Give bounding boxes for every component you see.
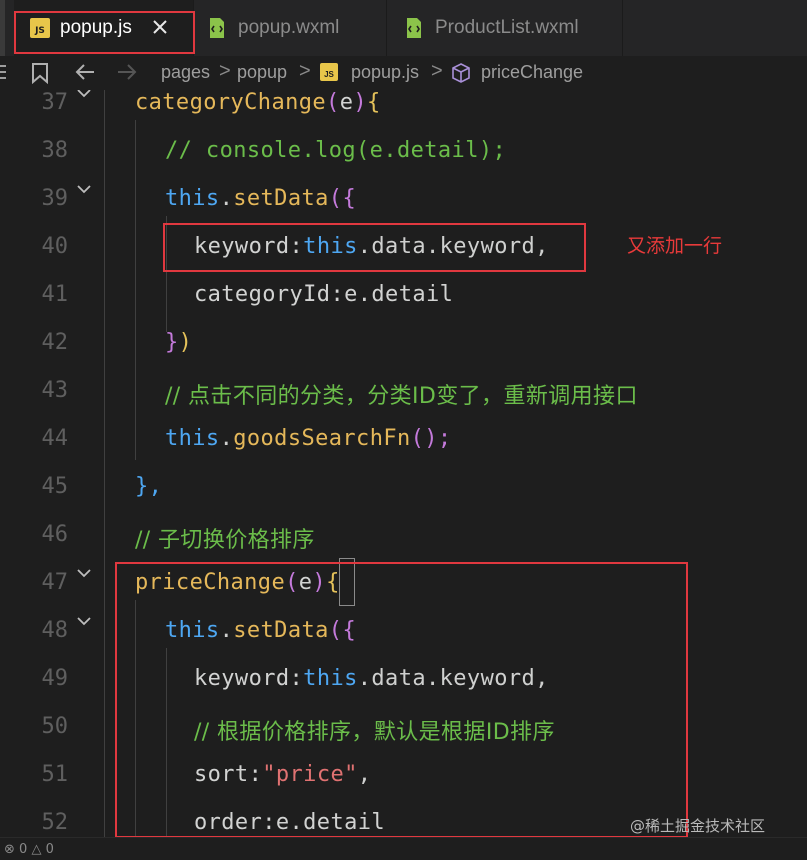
code-line-37: categoryChange(e){	[135, 90, 381, 115]
forward-arrow-icon[interactable]	[116, 62, 138, 87]
token-paren: )	[178, 330, 193, 355]
breadcrumb-item-popup[interactable]: popup	[237, 62, 287, 83]
tab-productlist-wxml[interactable]: ProductList.wxml	[387, 0, 623, 56]
breadcrumb-item-pages[interactable]: pages	[161, 62, 210, 83]
token-function: setData	[233, 186, 329, 211]
code-editor[interactable]: 37 38 39 40 41 42 43 44 45 46 47 48 49 5…	[0, 90, 807, 837]
error-count: 0	[19, 842, 28, 857]
breadcrumb-separator: >	[299, 60, 311, 82]
problems-indicator[interactable]: ⊗ 0 △ 0	[4, 842, 54, 857]
code-line-43: // 点击不同的分类，分类ID变了，重新调用接口	[165, 384, 638, 409]
code-line-41: categoryId:e.detail	[194, 282, 453, 307]
token-keyword: this	[165, 426, 220, 451]
breadcrumb-item-method[interactable]: priceChange	[481, 62, 583, 83]
token-brace: {	[367, 90, 381, 115]
fold-chevron-icon[interactable]	[76, 564, 92, 583]
active-tab-highlight	[14, 11, 195, 54]
token-key: categoryId:	[194, 282, 345, 307]
line-number: 38	[41, 138, 69, 163]
code-line-38: // console.log(e.detail);	[165, 138, 507, 163]
indent-guide	[135, 120, 136, 460]
method-cube-icon	[451, 62, 471, 89]
line-number: 52	[41, 810, 69, 835]
list-icon[interactable]	[0, 62, 8, 87]
line-number: 47	[41, 570, 69, 595]
tab-label: ProductList.wxml	[435, 17, 579, 38]
code-line-39: this.setData({	[165, 186, 356, 211]
breadcrumb-separator: >	[431, 60, 443, 82]
breadcrumb-item-file[interactable]: popup.js	[351, 62, 419, 83]
token-keyword: this	[165, 186, 220, 211]
token-dot: .	[219, 426, 234, 451]
status-bar: ⊗ 0 △ 0	[0, 837, 807, 860]
breadcrumb-separator: >	[219, 60, 231, 82]
fold-chevron-icon[interactable]	[76, 612, 92, 631]
fold-chevron-icon[interactable]	[76, 90, 92, 103]
token-paren: (	[328, 186, 343, 211]
line-number: 39	[41, 186, 69, 211]
warning-count: 0	[45, 842, 54, 857]
token-dot: .	[219, 186, 234, 211]
token-brace: }	[165, 330, 179, 355]
bookmark-icon[interactable]	[30, 62, 50, 89]
fold-chevron-icon[interactable]	[76, 180, 92, 199]
token-function: categoryChange	[135, 90, 327, 115]
scroll-left-edge	[0, 0, 5, 56]
wxml-file-icon	[407, 18, 421, 38]
line-number: 51	[41, 762, 69, 787]
token-rest: e.detail	[344, 282, 454, 307]
line-number: 49	[41, 666, 69, 691]
line-number: 44	[41, 426, 69, 451]
token-brace: {	[342, 186, 357, 211]
annotation-text: 又添加一行	[627, 235, 723, 257]
wxml-file-icon	[210, 18, 224, 38]
tab-label: popup.wxml	[238, 17, 340, 38]
line-number: 37	[41, 90, 69, 115]
code-line-45: },	[135, 474, 163, 499]
line-number: 40	[41, 234, 69, 259]
line-number: 41	[41, 282, 69, 307]
tab-popup-wxml[interactable]: popup.wxml	[194, 0, 387, 56]
code-line-44: this.goodsSearchFn();	[165, 426, 452, 451]
pricechange-highlight	[115, 562, 688, 837]
js-file-icon: JS	[320, 63, 338, 81]
watermark: @稀土掘金技术社区	[630, 817, 766, 835]
code-line-42: })	[165, 330, 192, 355]
error-icon: ⊗	[4, 842, 15, 857]
line-number: 43	[41, 378, 69, 403]
line-number: 48	[41, 618, 69, 643]
line-number: 46	[41, 522, 69, 547]
token-arg: e	[339, 90, 354, 115]
code-line-46: // 子切换价格排序	[135, 528, 315, 553]
back-arrow-icon[interactable]	[74, 62, 96, 87]
indent-guide	[104, 90, 105, 837]
token-paren: (	[326, 90, 340, 115]
line-number: 45	[41, 474, 69, 499]
token-paren: ();	[410, 426, 452, 451]
line-number: 50	[41, 714, 69, 739]
line-number: 42	[41, 330, 69, 355]
token-function: goodsSearchFn	[233, 426, 411, 451]
breadcrumb: pages > popup > JS popup.js > priceChang…	[0, 56, 807, 90]
line-40-highlight	[163, 223, 586, 272]
warning-icon: △	[31, 842, 42, 857]
token-paren: )	[353, 90, 368, 115]
